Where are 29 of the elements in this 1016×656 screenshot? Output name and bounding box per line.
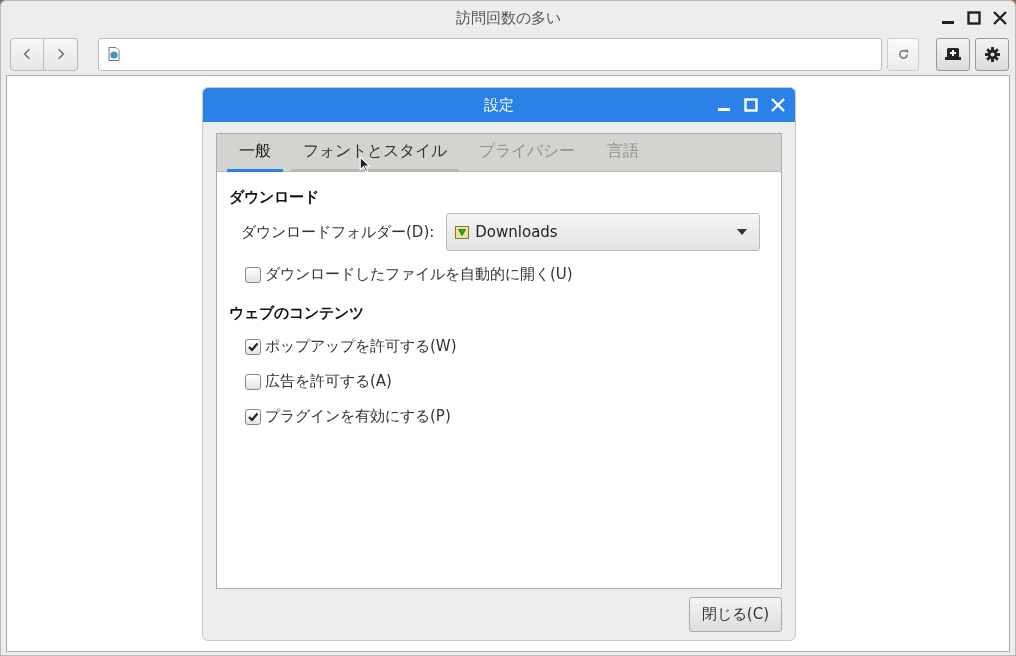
checkbox[interactable]: ポップアップを許可する(W) [245, 337, 457, 356]
mouse-pointer-icon [359, 156, 370, 173]
folder-dropdown[interactable]: Downloads [446, 213, 761, 251]
bookmark-add-icon [945, 47, 961, 61]
window-title: 訪問回数の多い [455, 9, 561, 28]
maximize-icon[interactable] [967, 11, 981, 25]
settings-icon [984, 46, 1000, 62]
reload-button[interactable] [887, 37, 919, 71]
folder-icon [455, 225, 470, 239]
chevron-right-icon [56, 48, 65, 60]
tab[interactable]: 一般 [227, 134, 283, 172]
address-field[interactable] [98, 37, 882, 71]
checkbox[interactable]: ダウンロードしたファイルを自動的に開く(U) [245, 265, 573, 284]
settings-button[interactable] [975, 37, 1009, 71]
checkbox[interactable]: プラグインを有効にする(P) [245, 407, 451, 426]
bookmark-add-button[interactable] [936, 37, 970, 71]
section-heading: ウェブのコンテンツ [229, 304, 365, 323]
chevron-left-icon [23, 48, 31, 60]
dialog-title: 設定 [484, 95, 514, 115]
close-icon[interactable] [993, 11, 1007, 25]
checkmark-icon [247, 340, 259, 353]
checkmark-icon [247, 410, 259, 423]
caret-icon [737, 229, 748, 235]
checkbox[interactable]: 広告を許可する(A) [245, 372, 392, 391]
close-button[interactable]: 閉じる(C) [688, 597, 782, 632]
section-heading: ダウンロード [229, 188, 320, 207]
field-label: ダウンロードフォルダー(D): [241, 222, 435, 242]
page-globe-icon [108, 47, 120, 61]
reload-icon [896, 47, 910, 61]
